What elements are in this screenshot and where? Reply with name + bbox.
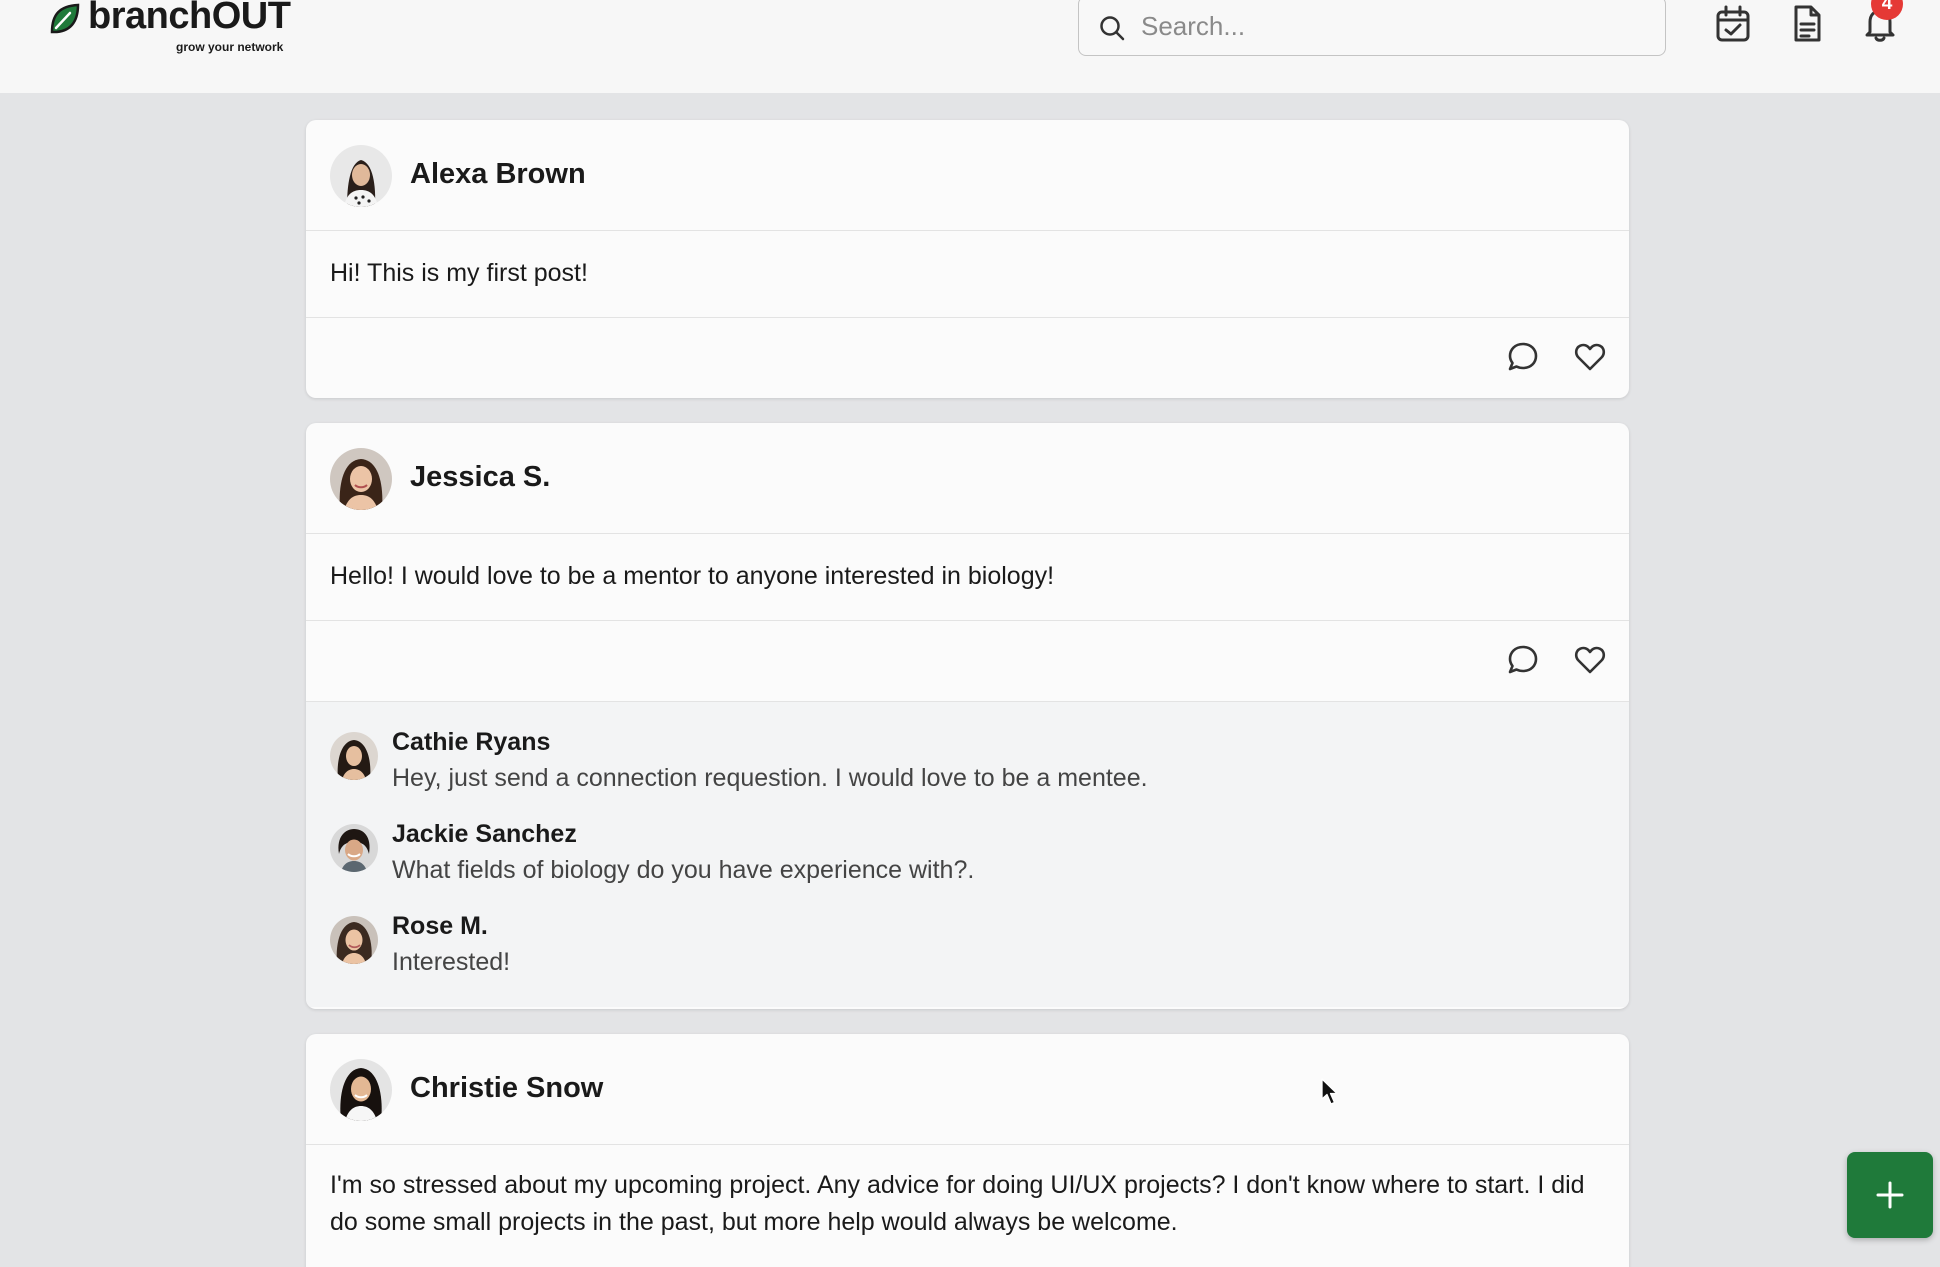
post-text: Hello! I would love to be a mentor to an… bbox=[306, 534, 1629, 621]
avatar[interactable] bbox=[330, 732, 378, 780]
mouse-cursor-icon bbox=[1321, 1078, 1338, 1105]
comments-section: Cathie Ryans Hey, just send a connection… bbox=[306, 701, 1629, 1007]
post-card: Alexa Brown Hi! This is my first post! bbox=[306, 120, 1629, 398]
avatar[interactable] bbox=[330, 1059, 392, 1121]
heart-icon[interactable] bbox=[1573, 340, 1607, 374]
comment-text: What fields of biology do you have exper… bbox=[392, 856, 975, 884]
post-header: Christie Snow bbox=[306, 1034, 1629, 1145]
avatar[interactable] bbox=[330, 448, 392, 510]
calendar-check-icon[interactable] bbox=[1713, 4, 1753, 44]
post-text: Hi! This is my first post! bbox=[306, 231, 1629, 318]
post-actions bbox=[306, 318, 1629, 398]
app-tagline: grow your network bbox=[176, 40, 284, 54]
post-actions bbox=[306, 621, 1629, 701]
comment-text: Interested! bbox=[392, 948, 511, 976]
comment-author[interactable]: Jackie Sanchez bbox=[392, 820, 577, 849]
heart-icon[interactable] bbox=[1573, 643, 1607, 677]
leaf-logo-icon bbox=[50, 3, 80, 34]
post-card: Jessica S. Hello! I would love to be a m… bbox=[306, 423, 1629, 1009]
search-box[interactable] bbox=[1078, 0, 1666, 56]
post-author[interactable]: Jessica S. bbox=[410, 461, 550, 494]
post-header: Jessica S. bbox=[306, 423, 1629, 534]
comment-author[interactable]: Cathie Ryans bbox=[392, 728, 550, 757]
comment-icon[interactable] bbox=[1506, 340, 1540, 374]
top-nav-bar: branchOUT grow your network 4 bbox=[0, 0, 1940, 93]
comment-icon[interactable] bbox=[1506, 643, 1540, 677]
avatar[interactable] bbox=[330, 824, 378, 872]
post-text: I'm so stressed about my upcoming projec… bbox=[306, 1145, 1629, 1267]
comment-text: Hey, just send a connection requestion. … bbox=[392, 764, 1148, 792]
post-card: Christie Snow I'm so stressed about my u… bbox=[306, 1034, 1629, 1267]
post-header: Alexa Brown bbox=[306, 120, 1629, 231]
post-author[interactable]: Alexa Brown bbox=[410, 158, 586, 191]
search-icon bbox=[1100, 16, 1125, 41]
create-post-button[interactable] bbox=[1847, 1152, 1933, 1238]
document-icon[interactable] bbox=[1787, 4, 1827, 44]
app-name: branchOUT bbox=[88, 0, 291, 37]
plus-icon bbox=[1876, 1181, 1904, 1209]
avatar[interactable] bbox=[330, 145, 392, 207]
avatar[interactable] bbox=[330, 916, 378, 964]
search-input[interactable] bbox=[1141, 5, 1641, 47]
comment-author[interactable]: Rose M. bbox=[392, 912, 488, 941]
post-author[interactable]: Christie Snow bbox=[410, 1072, 603, 1105]
